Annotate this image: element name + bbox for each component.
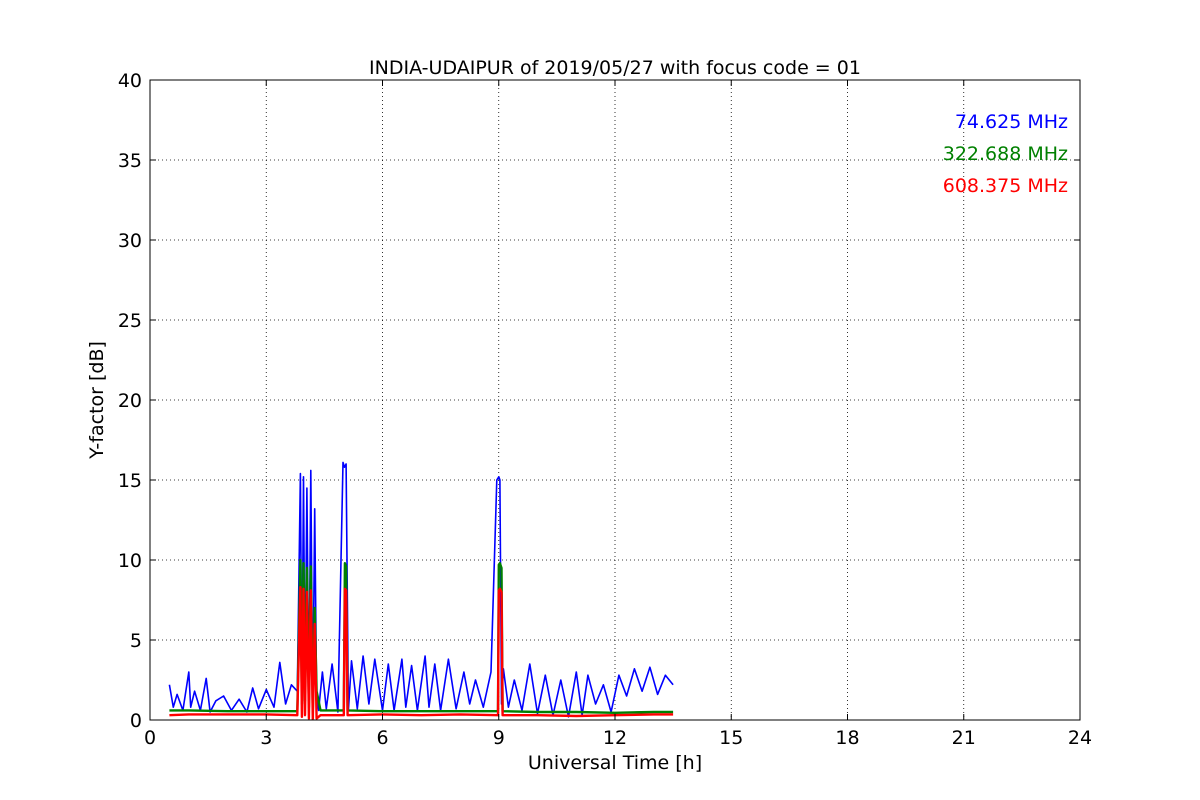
y-tick-label: 25	[118, 310, 142, 332]
y-tick-label: 35	[118, 150, 142, 172]
y-tick-label: 0	[130, 710, 142, 732]
x-tick-label: 0	[144, 727, 156, 749]
x-tick-label: 21	[952, 727, 976, 749]
x-tick-label: 3	[260, 727, 272, 749]
legend: 74.625 MHz 322.688 MHz 608.375 MHz	[943, 111, 1068, 197]
chart: 0 3 6 9 12 15 18 21 24 0 5 10 15 20 25 30 35 40 INDIA-UDA…	[86, 57, 1092, 774]
x-tick-label: 15	[719, 727, 743, 749]
y-tick-label: 40	[118, 70, 142, 92]
x-tick-label: 12	[603, 727, 627, 749]
legend-entry-3: 608.375 MHz	[943, 175, 1068, 197]
legend-entry-1: 74.625 MHz	[955, 111, 1068, 133]
y-tick-label: 10	[118, 550, 142, 572]
x-tick-label: 9	[493, 727, 505, 749]
y-tick-label: 15	[118, 470, 142, 492]
y-tick-label: 5	[130, 630, 142, 652]
x-tick-label: 6	[376, 727, 388, 749]
legend-entry-2: 322.688 MHz	[943, 143, 1068, 165]
chart-title: INDIA-UDAIPUR of 2019/05/27 with focus c…	[369, 57, 861, 79]
x-tick-label: 24	[1068, 727, 1092, 749]
x-axis-label: Universal Time [h]	[528, 752, 702, 774]
x-tick-label: 18	[835, 727, 859, 749]
y-axis-label: Y-factor [dB]	[86, 341, 108, 460]
y-tick-label: 30	[118, 230, 142, 252]
y-tick-label: 20	[118, 390, 142, 412]
